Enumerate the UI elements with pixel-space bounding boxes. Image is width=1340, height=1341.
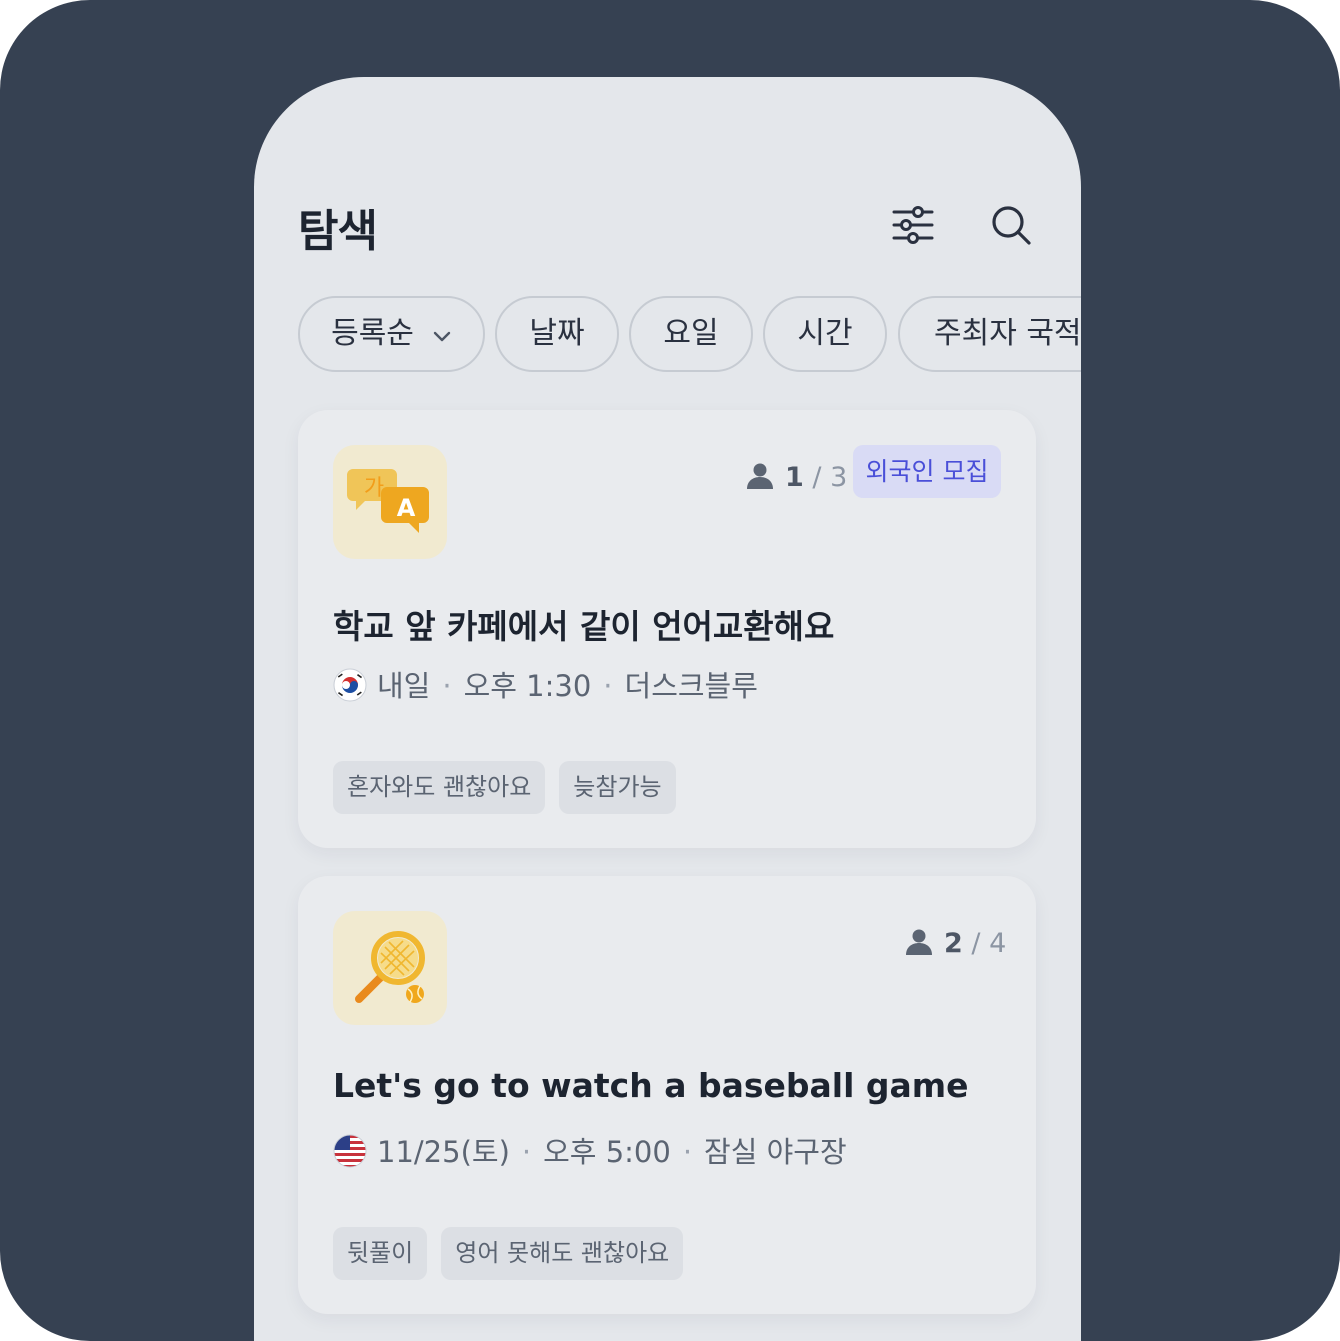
member-count: 2 / 4 <box>904 924 1006 964</box>
chevron-down-icon <box>432 299 452 371</box>
member-count: 1 / 3 <box>745 458 847 498</box>
meetup-place: 잠실 야구장 <box>704 1135 847 1169</box>
meta-separator: · <box>603 669 613 703</box>
tag-list: 혼자와도 괜찮아요 늦참가능 <box>333 761 690 814</box>
members-current: 2 <box>944 928 963 959</box>
svg-text:A: A <box>397 494 416 522</box>
tag: 영어 못해도 괜찮아요 <box>441 1227 684 1280</box>
members-max: 3 <box>830 462 848 493</box>
usa-flag-icon <box>333 1134 367 1168</box>
device-frame: 탐색 등록순 날짜 요일 시간 주최자 국적 가 A 1 / 3 외국인 모집 … <box>0 0 1340 1341</box>
members-separator: / <box>803 462 831 493</box>
filter-chip-host-nationality[interactable]: 주최자 국적 <box>898 296 1081 372</box>
search-button[interactable] <box>987 201 1035 249</box>
meetup-time: 오후 5:00 <box>543 1135 671 1169</box>
filter-settings-button[interactable] <box>889 201 937 249</box>
sort-dropdown[interactable]: 등록순 <box>298 296 485 372</box>
members-separator: / <box>962 928 990 959</box>
meta-separator: · <box>682 1135 693 1169</box>
meetup-date: 내일 <box>377 669 431 703</box>
meetup-date: 11/25(토) <box>377 1135 510 1169</box>
tag: 뒷풀이 <box>333 1227 428 1280</box>
header: 탐색 <box>298 195 1037 257</box>
person-icon <box>906 929 932 955</box>
tag: 혼자와도 괜찮아요 <box>333 761 546 814</box>
card-meta: 11/25(토) · 오후 5:00 · 잠실 야구장 <box>333 1132 847 1172</box>
card-title: Let's go to watch a baseball game <box>333 1066 969 1105</box>
members-current: 1 <box>785 462 804 493</box>
page-title: 탐색 <box>298 206 378 257</box>
filter-chip-time[interactable]: 시간 <box>763 296 887 372</box>
tennis-racket-icon <box>333 911 447 1025</box>
sort-label: 등록순 <box>331 316 414 351</box>
tag-list: 뒷풀이 영어 못해도 괜찮아요 <box>333 1227 697 1280</box>
search-icon <box>987 201 1035 249</box>
sliders-icon <box>889 201 937 249</box>
card-title: 학교 앞 카페에서 같이 언어교환해요 <box>333 607 835 646</box>
person-icon <box>747 463 773 489</box>
card-meta: 내일 · 오후 1:30 · 더스크블루 <box>333 666 758 706</box>
members-max: 4 <box>989 928 1007 959</box>
korea-flag-icon <box>333 668 367 702</box>
meta-separator: · <box>442 669 452 703</box>
meetup-card[interactable]: 가 A 1 / 3 외국인 모집 학교 앞 카페에서 같이 언어교환해요 내일 ·… <box>298 410 1036 848</box>
meetup-place: 더스크블루 <box>624 669 758 703</box>
tag: 늦참가능 <box>559 761 676 814</box>
meetup-card[interactable]: 2 / 4 Let's go to watch a baseball game … <box>298 876 1036 1314</box>
meetup-time: 오후 1:30 <box>463 669 592 703</box>
svg-text:가: 가 <box>364 476 384 501</box>
meta-separator: · <box>521 1135 532 1169</box>
filter-chip-day[interactable]: 요일 <box>629 296 753 372</box>
filter-chip-date[interactable]: 날짜 <box>495 296 619 372</box>
language-exchange-icon: 가 A <box>333 445 447 559</box>
status-badge: 외국인 모집 <box>853 445 1001 498</box>
phone-screen: 탐색 등록순 날짜 요일 시간 주최자 국적 가 A 1 / 3 외국인 모집 … <box>254 77 1081 1341</box>
